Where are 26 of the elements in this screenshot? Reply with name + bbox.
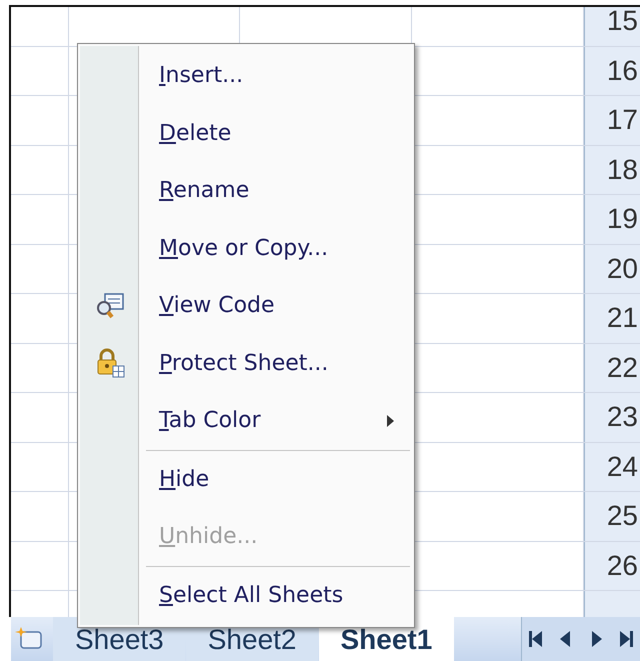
- first-sheet-icon[interactable]: [528, 629, 544, 649]
- submenu-arrow-icon: [387, 414, 394, 427]
- row-header[interactable]: 21: [584, 294, 640, 342]
- menu-item[interactable]: Delete: [80, 104, 412, 162]
- row-header[interactable]: 25: [584, 492, 640, 540]
- row-header[interactable]: 20: [584, 244, 640, 293]
- row-header[interactable]: 15: [584, 7, 640, 46]
- row-header[interactable]: 18: [584, 146, 640, 194]
- padlock-icon: [95, 348, 125, 378]
- row-header[interactable]: 23: [584, 393, 640, 442]
- menu-item[interactable]: Move or Copy...: [80, 220, 412, 277]
- row-header[interactable]: 19: [584, 195, 640, 244]
- menu-item[interactable]: Hide: [80, 450, 412, 508]
- row-header[interactable]: 17: [584, 96, 640, 144]
- row-header[interactable]: 16: [584, 46, 640, 95]
- row-header[interactable]: 24: [584, 442, 640, 491]
- menu-item[interactable]: Insert...: [80, 47, 412, 104]
- row-header[interactable]: 26: [584, 542, 640, 590]
- insert-sheet-icon[interactable]: [15, 626, 45, 652]
- menu-item[interactable]: Rename: [80, 162, 412, 220]
- row-header[interactable]: 22: [584, 344, 640, 392]
- menu-item[interactable]: View Code: [80, 277, 412, 334]
- last-sheet-icon[interactable]: [618, 629, 634, 649]
- view-code-icon: [95, 290, 125, 321]
- menu-item[interactable]: Protect Sheet...: [80, 334, 412, 392]
- menu-item[interactable]: Tab Color: [80, 392, 412, 450]
